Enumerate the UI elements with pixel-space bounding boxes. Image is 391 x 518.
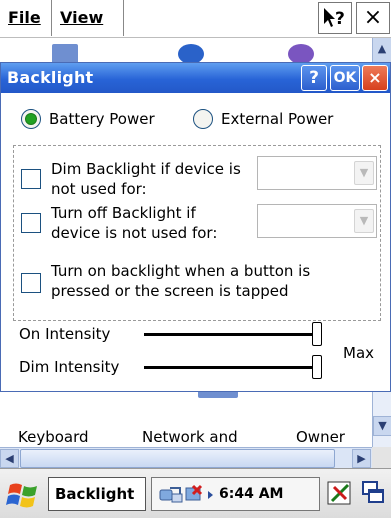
background-item-icon (52, 44, 78, 62)
backlight-dialog: Backlight ? OK × Battery Power External … (0, 62, 391, 392)
radio-battery-power[interactable]: Battery Power (21, 107, 181, 131)
context-help-button[interactable]: ? (318, 2, 352, 34)
dim-backlight-checkbox[interactable] (21, 169, 41, 189)
tap-wake-label-line1: Turn on backlight when a button is (51, 262, 311, 280)
background-item-icon (178, 44, 204, 62)
menu-view[interactable]: View (52, 0, 124, 36)
radio-external-power-label: External Power (221, 110, 334, 128)
scroll-down-button[interactable]: ▼ (373, 416, 391, 436)
slider-thumb[interactable] (312, 322, 322, 346)
chevron-down-icon[interactable]: ▼ (354, 161, 374, 185)
dim-backlight-option[interactable]: Dim Backlight if device is not used for: (21, 159, 246, 201)
menu-view-label: View (60, 8, 104, 27)
app-close-button[interactable]: × (356, 2, 390, 34)
radio-external-power-indicator[interactable] (193, 109, 213, 129)
system-tray: 6:44 AM (151, 477, 320, 511)
taskbar: Backlight 6:44 AM (0, 468, 391, 518)
slider-thumb[interactable] (312, 355, 322, 379)
dialog-title: Backlight (7, 68, 94, 87)
taskbar-window-button[interactable]: Backlight (48, 477, 146, 511)
radio-battery-power-indicator[interactable] (21, 109, 41, 129)
app-menubar: File View ? × (0, 0, 391, 38)
background-item-owner[interactable]: Owner (296, 428, 345, 446)
svg-text:?: ? (335, 9, 345, 29)
horizontal-scroll-thumb[interactable] (20, 449, 335, 468)
dim-timeout-dropdown[interactable]: ▼ (257, 156, 377, 190)
dim-intensity-slider[interactable] (144, 355, 322, 379)
dialog-close-button[interactable]: × (362, 65, 388, 91)
horizontal-scrollbar[interactable]: ◀ ▶ (0, 447, 372, 468)
input-panel-icon[interactable] (326, 479, 354, 507)
dialog-titlebar: Backlight ? OK × (1, 63, 390, 93)
background-item-icon (288, 44, 314, 62)
tap-wake-option[interactable]: Turn on backlight when a button is press… (21, 261, 361, 303)
chevron-down-icon[interactable]: ▼ (354, 209, 374, 233)
slider-track (144, 333, 314, 336)
background-item-keyboard[interactable]: Keyboard (18, 428, 89, 446)
radio-battery-power-label: Battery Power (49, 110, 155, 128)
start-button[interactable] (6, 480, 40, 510)
vertical-scrollbar[interactable]: ▼ (372, 392, 391, 447)
turn-off-backlight-label-line1: Turn off Backlight if (51, 204, 196, 222)
clock[interactable]: 6:44 AM (219, 478, 283, 510)
sync-icon[interactable] (158, 484, 184, 506)
network-status-icon[interactable] (184, 484, 218, 506)
dialog-ok-button[interactable]: OK (330, 65, 360, 91)
menu-file[interactable]: File (0, 0, 52, 36)
windows-flag-icon (6, 483, 37, 508)
dim-backlight-label-line2: not used for: (51, 180, 147, 198)
tap-wake-label-line2: pressed or the screen is tapped (51, 282, 289, 300)
background-control-panel: Keyboard Network and Owner (0, 392, 372, 447)
on-intensity-slider[interactable] (144, 322, 322, 346)
turn-off-backlight-option[interactable]: Turn off Backlight if device is not used… (21, 203, 246, 245)
background-item-network[interactable]: Network and (142, 428, 238, 446)
turn-off-backlight-checkbox[interactable] (21, 213, 41, 233)
off-timeout-dropdown[interactable]: ▼ (257, 204, 377, 238)
window-switch-icon[interactable] (360, 479, 388, 507)
on-intensity-label: On Intensity (19, 325, 111, 343)
max-label: Max (343, 344, 375, 362)
background-icons-strip (0, 38, 372, 62)
slider-track (144, 366, 314, 369)
resize-grip (372, 447, 391, 468)
scroll-left-button[interactable]: ◀ (0, 449, 19, 468)
pointer-help-icon: ? (324, 8, 345, 29)
radio-external-power[interactable]: External Power (193, 107, 363, 131)
scroll-up-button[interactable]: ▲ (372, 38, 391, 62)
dim-intensity-label: Dim Intensity (19, 358, 120, 376)
dim-backlight-label-line1: Dim Backlight if device is (51, 160, 241, 178)
scroll-right-button[interactable]: ▶ (352, 449, 371, 468)
tap-wake-checkbox[interactable] (21, 273, 41, 293)
dialog-help-button[interactable]: ? (301, 65, 327, 91)
turn-off-backlight-label-line2: device is not used for: (51, 224, 218, 242)
background-item-icon (198, 392, 238, 398)
menu-file-label: File (8, 8, 41, 27)
